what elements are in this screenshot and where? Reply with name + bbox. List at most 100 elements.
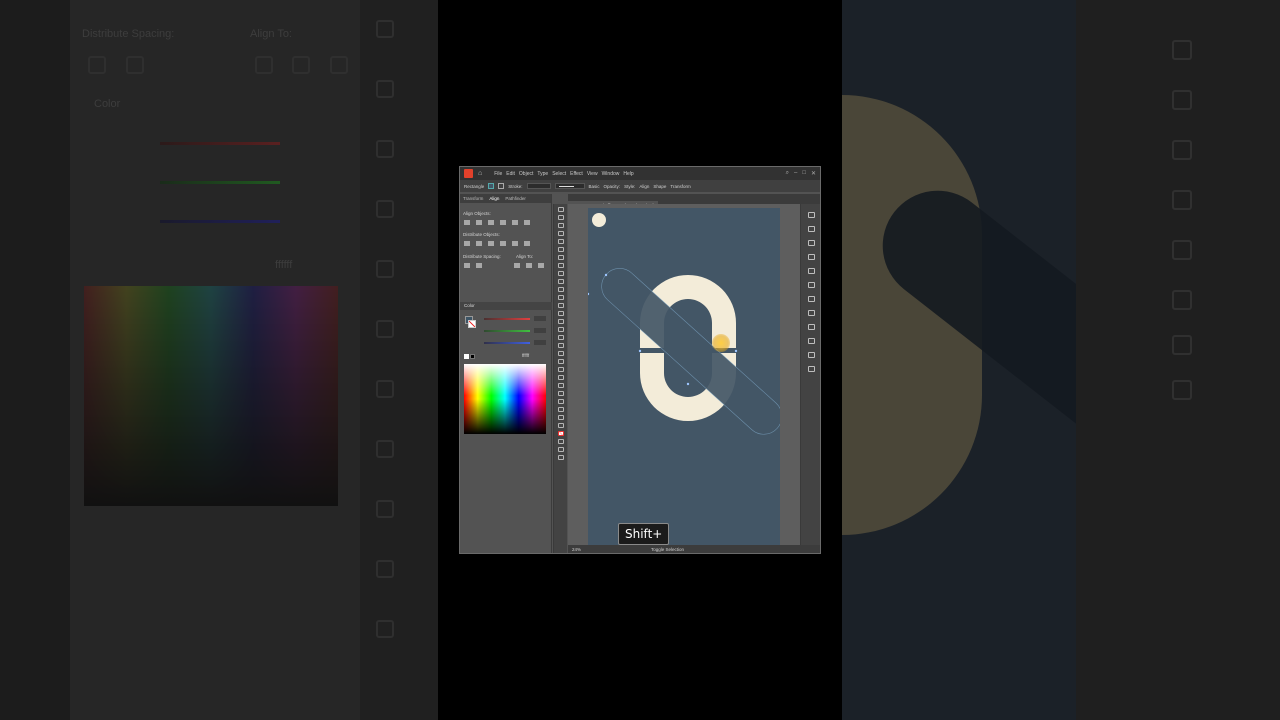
distribute-bottom-icon[interactable]: [488, 241, 494, 246]
distribute-hcenter-icon[interactable]: [512, 241, 518, 246]
graph-tool-icon[interactable]: [557, 391, 564, 396]
menu-effect[interactable]: Effect: [570, 171, 583, 177]
minimize-icon[interactable]: –: [794, 170, 797, 177]
selection-tool-icon[interactable]: [557, 207, 564, 212]
distribute-left-icon[interactable]: [500, 241, 506, 246]
appearance-panel-icon[interactable]: [808, 352, 815, 358]
zoom-tool-icon[interactable]: [557, 423, 564, 428]
menu-help[interactable]: Help: [623, 171, 633, 177]
red-value[interactable]: [534, 316, 546, 321]
align-button[interactable]: Align: [639, 184, 649, 189]
align-left-icon[interactable]: [464, 220, 470, 225]
gradient-panel-icon[interactable]: [808, 324, 815, 330]
menu-object[interactable]: Object: [519, 171, 533, 177]
swatches-panel-icon[interactable]: [808, 268, 815, 274]
white-swatch[interactable]: [464, 354, 469, 359]
anchor-point[interactable]: [588, 292, 590, 296]
fill-swatch[interactable]: [488, 183, 495, 189]
align-to-selection-icon[interactable]: [514, 263, 520, 268]
lasso-tool-icon[interactable]: [557, 231, 564, 236]
menu-edit[interactable]: Edit: [506, 171, 515, 177]
green-slider[interactable]: [484, 330, 530, 332]
perspective-tool-icon[interactable]: [557, 343, 564, 348]
free-transform-tool-icon[interactable]: [557, 327, 564, 332]
anchor-point[interactable]: [604, 273, 608, 277]
align-right-icon[interactable]: [488, 220, 494, 225]
close-icon[interactable]: ✕: [811, 170, 816, 177]
gradient-tool-icon[interactable]: [557, 359, 564, 364]
mesh-tool-icon[interactable]: [557, 351, 564, 356]
properties-panel-icon[interactable]: [808, 212, 815, 218]
shape-button[interactable]: Shape: [653, 184, 666, 189]
anchor-point[interactable]: [638, 349, 642, 353]
distribute-top-icon[interactable]: [464, 241, 470, 246]
stroke-weight-field[interactable]: [526, 183, 551, 189]
stroke-style-dropdown[interactable]: [554, 183, 585, 189]
libraries-panel-icon[interactable]: [808, 240, 815, 246]
stroke-panel-icon[interactable]: [808, 310, 815, 316]
paintbrush-tool-icon[interactable]: [557, 279, 564, 284]
small-circle-shape[interactable]: [592, 213, 606, 227]
status-tool-name[interactable]: Toggle Selection: [651, 545, 684, 553]
tab-align[interactable]: Align: [489, 196, 499, 201]
align-panel-icon[interactable]: [808, 366, 815, 372]
magic-wand-tool-icon[interactable]: [557, 223, 564, 228]
blue-value[interactable]: [534, 340, 546, 345]
rectangle-tool-icon[interactable]: [557, 271, 564, 276]
canvas-area[interactable]: [568, 204, 800, 545]
color-panel-icon[interactable]: [808, 254, 815, 260]
align-bottom-icon[interactable]: [524, 220, 530, 225]
distribute-vcenter-icon[interactable]: [476, 241, 482, 246]
slice-tool-icon[interactable]: [557, 407, 564, 412]
align-vcenter-icon[interactable]: [512, 220, 518, 225]
menu-file[interactable]: File: [494, 171, 502, 177]
color-spectrum[interactable]: [464, 364, 546, 434]
align-to-key-icon[interactable]: [526, 263, 532, 268]
eyedropper-tool-icon[interactable]: [557, 367, 564, 372]
menu-view[interactable]: View: [587, 171, 598, 177]
transform-button[interactable]: Transform: [670, 184, 690, 189]
tab-pathfinder[interactable]: Pathfinder: [505, 196, 526, 201]
direct-selection-tool-icon[interactable]: [557, 215, 564, 220]
shape-builder-tool-icon[interactable]: [557, 335, 564, 340]
artboard-tool-icon[interactable]: [557, 399, 564, 404]
green-value[interactable]: [534, 328, 546, 333]
stroke-none-icon[interactable]: [468, 320, 476, 328]
brushes-panel-icon[interactable]: [808, 282, 815, 288]
menu-select[interactable]: Select: [552, 171, 566, 177]
search-icon[interactable]: ⌕: [786, 170, 789, 177]
maximize-icon[interactable]: □: [802, 170, 806, 177]
tab-transform[interactable]: Transform: [463, 196, 483, 201]
red-slider[interactable]: [484, 318, 530, 320]
align-hcenter-icon[interactable]: [476, 220, 482, 225]
swap-colors-icon[interactable]: [557, 439, 564, 444]
width-tool-icon[interactable]: [557, 319, 564, 324]
distribute-right-icon[interactable]: [524, 241, 530, 246]
menu-type[interactable]: Type: [537, 171, 548, 177]
align-top-icon[interactable]: [500, 220, 506, 225]
blend-tool-icon[interactable]: [557, 375, 564, 380]
screen-mode-icon[interactable]: [557, 455, 564, 460]
hand-tool-icon[interactable]: [557, 415, 564, 420]
stroke-swatch[interactable]: [498, 183, 505, 189]
artboard[interactable]: [588, 208, 780, 545]
pencil-tool-icon[interactable]: [557, 287, 564, 292]
spacing-vertical-icon[interactable]: [464, 263, 470, 268]
curvature-tool-icon[interactable]: [557, 247, 564, 252]
anchor-point[interactable]: [734, 349, 738, 353]
transparency-panel-icon[interactable]: [808, 338, 815, 344]
type-tool-icon[interactable]: [557, 255, 564, 260]
menu-window[interactable]: Window: [602, 171, 620, 177]
eraser-tool-icon[interactable]: [557, 295, 564, 300]
rotate-tool-icon[interactable]: [557, 303, 564, 308]
home-icon[interactable]: ⌂: [478, 170, 482, 177]
hex-field[interactable]: ffffff: [522, 353, 529, 358]
scale-tool-icon[interactable]: [557, 311, 564, 316]
blue-slider[interactable]: [484, 342, 530, 344]
symbol-sprayer-tool-icon[interactable]: [557, 383, 564, 388]
anchor-point[interactable]: [686, 382, 690, 386]
spacing-horizontal-icon[interactable]: [476, 263, 482, 268]
zoom-level[interactable]: 24%: [572, 545, 581, 553]
fill-stroke-icon[interactable]: [557, 431, 564, 436]
line-tool-icon[interactable]: [557, 263, 564, 268]
